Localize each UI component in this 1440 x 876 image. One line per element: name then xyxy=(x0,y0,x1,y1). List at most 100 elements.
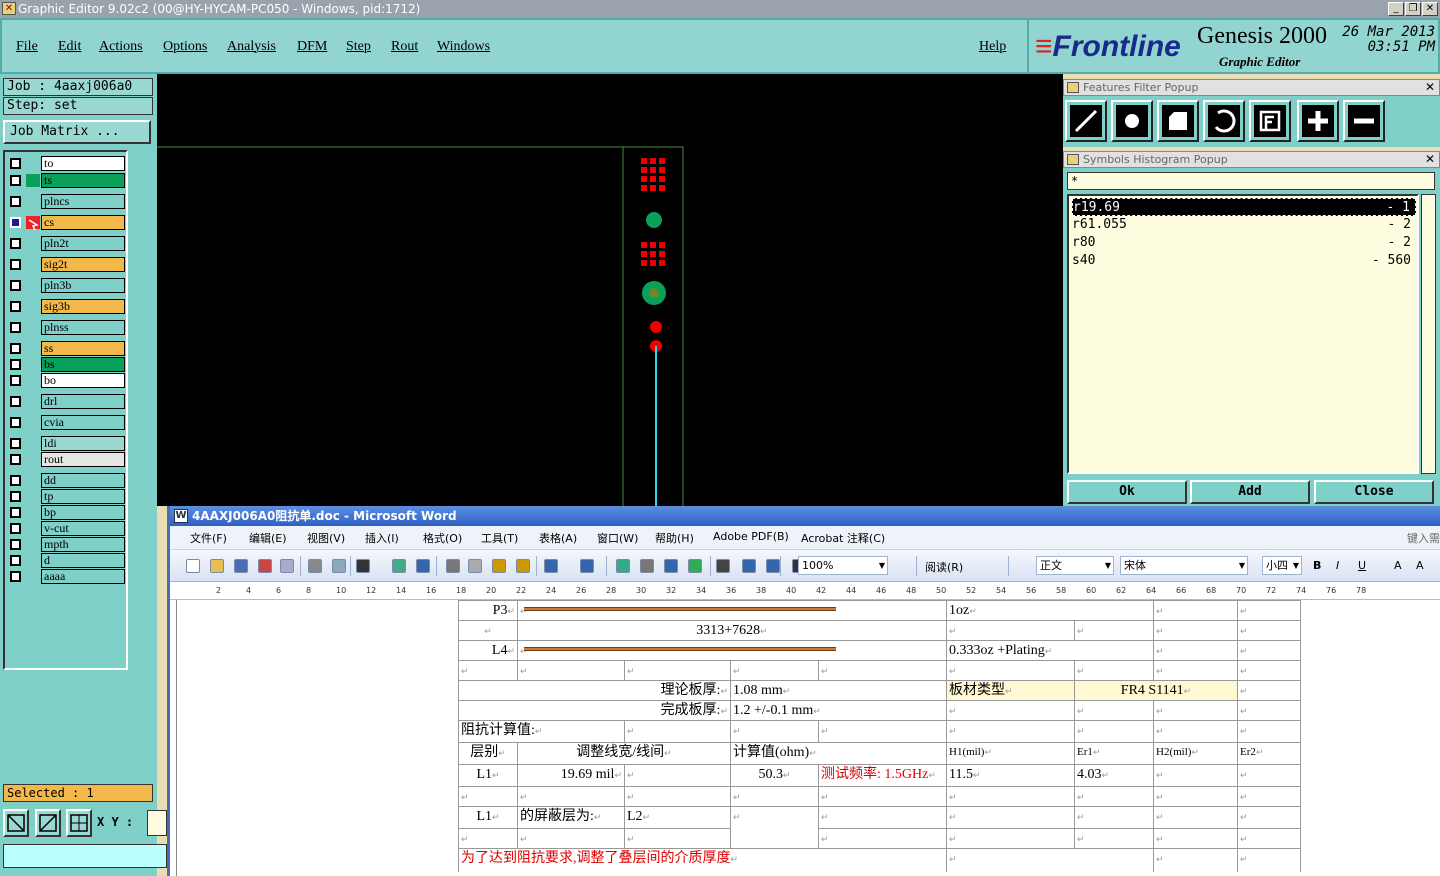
layer-row-sig3b[interactable]: sig3b xyxy=(7,299,125,314)
layer-name[interactable]: tp xyxy=(41,489,125,504)
table-cell[interactable]: ↵ xyxy=(458,786,517,806)
word-menu-item[interactable]: 窗口(W) xyxy=(597,530,638,546)
menu-analysis[interactable]: Analysis xyxy=(227,39,276,55)
layer-row-to[interactable]: to xyxy=(7,156,125,171)
layer-name[interactable]: plnss xyxy=(41,320,125,335)
table-cell[interactable]: ↵ xyxy=(1074,828,1153,848)
histogram-row[interactable]: r80 - 2 xyxy=(1072,234,1416,252)
table-cell[interactable]: ↵ xyxy=(818,806,946,828)
menu-options[interactable]: Options xyxy=(163,39,207,55)
filter-positive-button[interactable] xyxy=(1297,100,1339,142)
table-cell[interactable]: ↵ xyxy=(624,660,730,680)
layer-row-aaaa[interactable]: aaaa xyxy=(7,569,125,584)
word-menu-item[interactable]: 帮助(H) xyxy=(655,530,694,546)
table-cell[interactable]: ↵ xyxy=(818,786,946,806)
layer-row-plncs[interactable]: plncs xyxy=(7,194,125,209)
histogram-row[interactable]: r19.69 - 1 xyxy=(1072,198,1416,216)
table-cell[interactable]: ↵ xyxy=(1237,620,1300,640)
menu-file[interactable]: File xyxy=(16,39,38,55)
layer-row-d[interactable]: d xyxy=(7,553,125,568)
layer-row-drl[interactable]: drl xyxy=(7,394,125,409)
table-cell[interactable]: ↵ xyxy=(1237,828,1300,848)
close-icon[interactable]: ✕ xyxy=(1423,81,1437,94)
histogram-filter-input[interactable]: * xyxy=(1067,172,1435,190)
word-menu-item[interactable]: Adobe PDF(B) xyxy=(713,530,789,543)
layer-name[interactable]: sig2t xyxy=(41,257,125,272)
table-cell[interactable]: ↵ xyxy=(1074,660,1153,680)
doc-map-icon[interactable] xyxy=(766,559,780,573)
row-calc[interactable]: 50.3↵ xyxy=(730,764,818,786)
layer-row-ts[interactable]: ts xyxy=(7,173,125,188)
word-menu-item[interactable]: 格式(O) xyxy=(423,530,462,546)
layer-checkbox[interactable] xyxy=(10,475,21,486)
table-cell[interactable]: ↵ xyxy=(1237,600,1300,620)
minimize-button[interactable]: _ xyxy=(1388,2,1404,16)
table-cell[interactable]: ↵ xyxy=(1153,700,1237,720)
menu-dfm[interactable]: DFM xyxy=(297,39,327,55)
table-cell[interactable]: ↵ xyxy=(818,828,946,848)
underline-button[interactable]: U xyxy=(1358,559,1366,572)
layer-checkbox[interactable] xyxy=(10,375,21,386)
layer-name[interactable]: cs xyxy=(41,215,125,230)
char-shading-button[interactable]: A xyxy=(1416,559,1424,572)
test-frequency[interactable]: 测试频率: 1.5GHz↵ xyxy=(818,764,946,786)
table-cell[interactable]: ↵ xyxy=(1153,828,1237,848)
table-cell[interactable]: ↵ xyxy=(458,828,517,848)
layer-name[interactable]: pln3b xyxy=(41,278,125,293)
layer-name[interactable]: mpth xyxy=(41,537,125,552)
layer-row-sig2t[interactable]: sig2t xyxy=(7,257,125,272)
ok-button[interactable]: Ok xyxy=(1067,480,1187,504)
table-cell[interactable]: ↵ xyxy=(1237,720,1300,742)
finished-thickness-label[interactable]: 完成板厚:↵ xyxy=(458,700,730,720)
table-cell[interactable]: ↵ xyxy=(1074,720,1153,742)
table-cell[interactable]: ↵ xyxy=(1237,700,1300,720)
insert-table-icon[interactable] xyxy=(664,559,678,573)
word-menu-item[interactable]: 文件(F) xyxy=(190,530,227,546)
table-cell[interactable]: ↵ xyxy=(730,720,818,742)
menu-edit[interactable]: Edit xyxy=(58,39,81,55)
permission-icon[interactable] xyxy=(258,559,272,573)
layer-name[interactable]: pln2t xyxy=(41,236,125,251)
layer-row-v-cut[interactable]: v-cut xyxy=(7,521,125,536)
theoretical-thickness-value[interactable]: 1.08 mm↵ xyxy=(730,680,946,700)
table-cell[interactable]: ↵ xyxy=(1237,764,1300,786)
layer-checkbox[interactable] xyxy=(10,539,21,550)
layer-name[interactable]: cvia xyxy=(41,415,125,430)
shield-value[interactable]: L2↵ xyxy=(624,806,730,828)
row-er1[interactable]: 4.03↵ xyxy=(1074,764,1153,786)
table-cell[interactable]: ↵ xyxy=(946,786,1074,806)
layer-row-bs[interactable]: bs xyxy=(7,357,125,372)
header-h2[interactable]: H2(mil)↵ xyxy=(1153,742,1237,764)
header-er1[interactable]: Er1↵ xyxy=(1074,742,1153,764)
layer-label-l4[interactable]: L4↵ xyxy=(458,640,517,660)
layer-row-rout[interactable]: rout xyxy=(7,452,125,467)
word-menu-item[interactable]: Acrobat 注释(C) xyxy=(801,530,885,546)
layer-checkbox[interactable] xyxy=(10,343,21,354)
graphics-canvas[interactable] xyxy=(157,74,1063,506)
layer-name[interactable]: bo xyxy=(41,373,125,388)
histogram-scrollbar[interactable] xyxy=(1421,194,1436,474)
layer-name[interactable]: ss xyxy=(41,341,125,356)
cut-icon[interactable] xyxy=(446,559,460,573)
layer-checkbox[interactable] xyxy=(10,396,21,407)
zoom-combo[interactable]: 100% ▼ xyxy=(798,556,888,575)
table-cell[interactable]: ↵ xyxy=(1153,786,1237,806)
row-width[interactable]: 19.69 mil↵ xyxy=(517,764,624,786)
format-painter-icon[interactable] xyxy=(516,559,530,573)
table-cell[interactable]: ↵ xyxy=(818,660,946,680)
table-cell[interactable]: ↵ xyxy=(1153,764,1237,786)
font-size-combo[interactable]: 小四 ▼ xyxy=(1262,556,1302,575)
layer-row-mpth[interactable]: mpth xyxy=(7,537,125,552)
research-icon[interactable] xyxy=(392,559,406,573)
layer-row-bo[interactable]: bo xyxy=(7,373,125,388)
layer-row-cs[interactable]: cs xyxy=(7,215,125,231)
save-icon[interactable] xyxy=(234,559,248,573)
table-cell[interactable]: ↵ xyxy=(1074,620,1153,640)
table-cell[interactable]: ↵ xyxy=(624,720,730,742)
menu-rout[interactable]: Rout xyxy=(391,39,418,55)
layer-row-pln2t[interactable]: pln2t xyxy=(7,236,125,251)
restore-button[interactable]: ❐ xyxy=(1405,2,1421,16)
table-cell[interactable]: ↵ xyxy=(1237,806,1300,828)
layer-row-tp[interactable]: tp xyxy=(7,489,125,504)
table-cell[interactable]: ↵ xyxy=(946,828,1074,848)
